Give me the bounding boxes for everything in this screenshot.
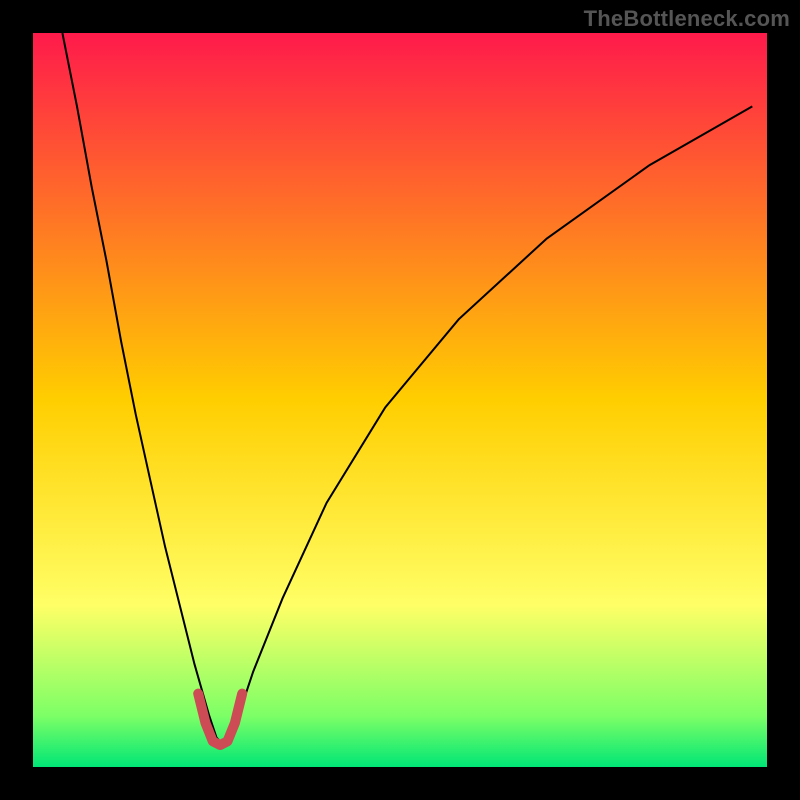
watermark-text: TheBottleneck.com: [584, 6, 790, 32]
chart-frame: TheBottleneck.com: [0, 0, 800, 800]
plot-background: [33, 33, 767, 767]
bottleneck-chart: [0, 0, 800, 800]
